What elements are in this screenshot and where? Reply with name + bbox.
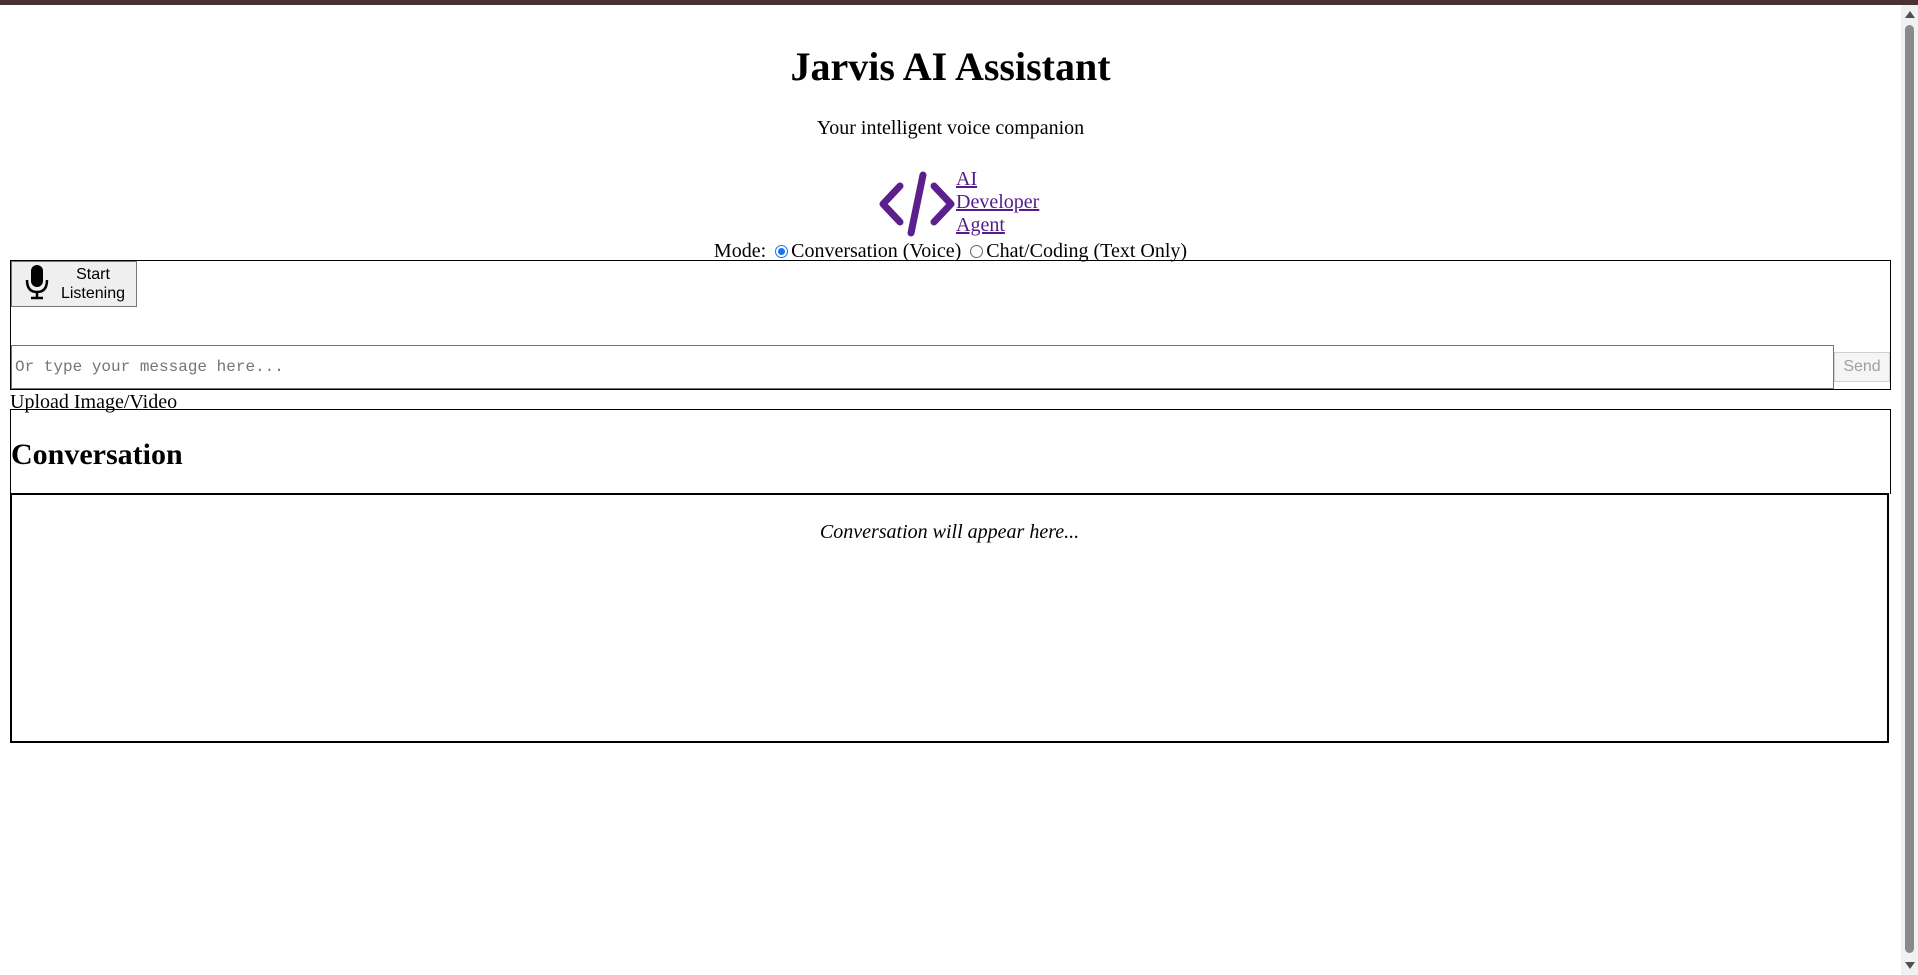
start-listening-button[interactable]: Start Listening <box>11 261 137 307</box>
mode-option-text[interactable]: Chat/Coding (Text Only) <box>966 240 1187 262</box>
mode-option-voice-label: Conversation (Voice) <box>791 240 962 262</box>
brand-link[interactable]: AI Developer Agent <box>878 168 1046 238</box>
scroll-down-arrow-icon[interactable] <box>1905 962 1915 969</box>
brand-link-line2[interactable]: Developer <box>956 191 1046 214</box>
start-listening-label-line2: Listening <box>60 285 126 302</box>
page-subtitle: Your intelligent voice companion <box>816 117 1085 139</box>
conversation-log[interactable]: Conversation will appear here... <box>10 493 1889 743</box>
radio-text[interactable] <box>970 245 984 258</box>
brand-link-line1[interactable]: AI <box>956 168 1046 191</box>
vertical-scrollbar[interactable] <box>1901 5 1918 975</box>
send-button[interactable]: Send <box>1834 352 1890 382</box>
conversation-heading: Conversation <box>11 438 183 471</box>
conversation-header: Conversation <box>10 409 1891 494</box>
mode-option-voice[interactable]: Conversation (Voice) <box>771 240 961 262</box>
microphone-icon <box>12 264 50 305</box>
mode-label: Mode: <box>713 240 767 262</box>
page-title: Jarvis AI Assistant <box>790 44 1111 89</box>
scroll-up-arrow-icon[interactable] <box>1905 11 1915 18</box>
brand-link-line3[interactable]: Agent <box>956 214 1046 237</box>
scrollbar-thumb[interactable] <box>1905 25 1914 953</box>
conversation-empty-text: Conversation will appear here... <box>819 521 1080 543</box>
code-brackets-icon <box>878 168 956 242</box>
window-top-border <box>0 0 1918 5</box>
message-input[interactable] <box>11 345 1834 389</box>
input-panel: Start Listening Send <box>10 260 1891 390</box>
mode-option-text-label: Chat/Coding (Text Only) <box>986 240 1188 262</box>
radio-voice[interactable] <box>775 245 789 258</box>
start-listening-label-line1: Start <box>76 266 110 283</box>
